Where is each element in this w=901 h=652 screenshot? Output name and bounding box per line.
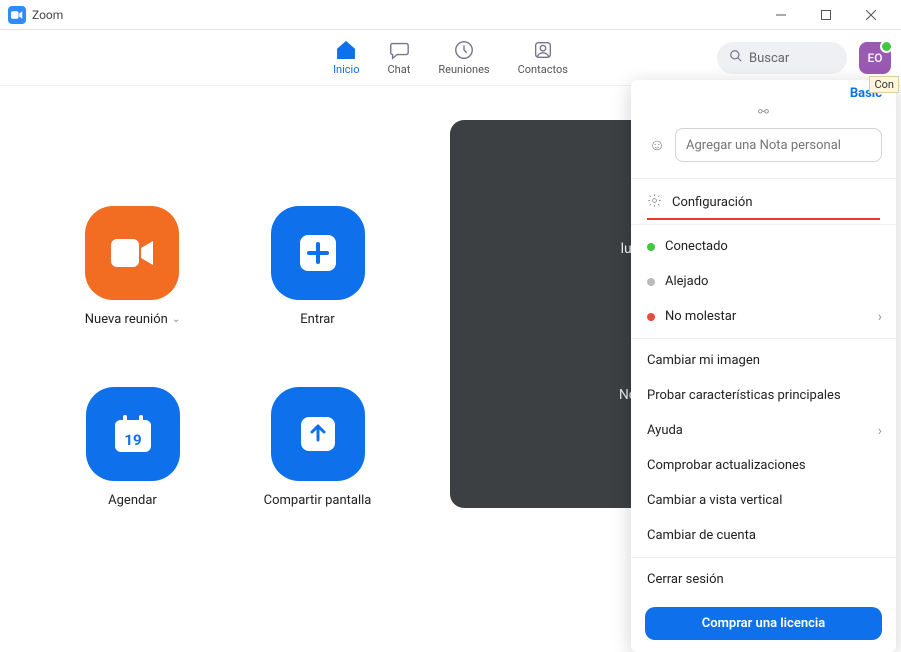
video-icon: [85, 206, 179, 300]
window-controls: [758, 0, 893, 30]
chevron-right-icon: ›: [878, 423, 882, 439]
profile-menu: Basic ⚯ ☺ Configuración Conectado Alejad…: [631, 80, 896, 652]
menu-label: Configuración: [672, 195, 753, 210]
nav-label: Reuniones: [438, 63, 489, 76]
menu-label: Alejado: [665, 274, 708, 289]
chevron-down-icon[interactable]: ⌄: [172, 314, 180, 325]
top-nav: Inicio Chat Reuniones Contactos Buscar E…: [0, 30, 901, 86]
calendar-icon: 19: [86, 387, 180, 481]
keep-open-icon[interactable]: ⚯: [631, 101, 896, 128]
nav-chat[interactable]: Chat: [388, 39, 411, 76]
nav-label: Chat: [388, 63, 411, 76]
plan-badge: Basic: [631, 80, 896, 101]
maximize-button[interactable]: [803, 0, 848, 30]
status-dot-red: [647, 313, 655, 321]
buy-license-button[interactable]: Comprar una licencia: [645, 607, 882, 640]
schedule-tile[interactable]: 19 Agendar: [86, 387, 180, 508]
nav-label: Inicio: [333, 63, 359, 76]
menu-label: Ayuda: [647, 423, 683, 438]
menu-label: Probar características principales: [647, 388, 841, 403]
chat-icon: [388, 39, 410, 61]
menu-label: Cambiar de cuenta: [647, 528, 756, 543]
nav-contacts[interactable]: Contactos: [518, 39, 568, 76]
menu-label: No molestar: [665, 309, 736, 324]
window-title: Zoom: [32, 8, 63, 22]
home-icon: [335, 39, 357, 61]
tile-label: Entrar: [300, 312, 334, 327]
profile-avatar[interactable]: EO: [859, 42, 891, 74]
menu-check-updates[interactable]: Comprobar actualizaciones: [631, 448, 896, 483]
menu-help[interactable]: Ayuda ›: [631, 413, 896, 448]
tooltip: Con: [869, 76, 899, 93]
menu-settings[interactable]: Configuración: [631, 183, 896, 222]
nav-meetings[interactable]: Reuniones: [438, 39, 489, 76]
tile-label: Compartir pantalla: [264, 493, 372, 508]
status-dot-green: [647, 243, 655, 251]
new-meeting-tile[interactable]: Nueva reunión ⌄: [85, 206, 180, 327]
menu-portrait-view[interactable]: Cambiar a vista vertical: [631, 483, 896, 518]
status-available[interactable]: Conectado: [631, 229, 896, 264]
nav-label: Contactos: [518, 63, 568, 76]
contacts-icon: [532, 39, 554, 61]
share-screen-tile[interactable]: Compartir pantalla: [264, 387, 372, 508]
status-dnd[interactable]: No molestar ›: [631, 299, 896, 334]
menu-label: Cambiar mi imagen: [647, 353, 760, 368]
svg-text:19: 19: [124, 431, 141, 449]
menu-label: Conectado: [665, 239, 728, 254]
join-tile[interactable]: Entrar: [271, 206, 365, 327]
menu-switch-account[interactable]: Cambiar de cuenta: [631, 518, 896, 553]
menu-sign-out[interactable]: Cerrar sesión: [631, 562, 896, 597]
personal-note-input[interactable]: [675, 128, 882, 162]
share-icon: [271, 387, 365, 481]
tile-label: Nueva reunión: [85, 312, 168, 327]
status-away[interactable]: Alejado: [631, 264, 896, 299]
status-dot-grey: [647, 278, 655, 286]
menu-change-picture[interactable]: Cambiar mi imagen: [631, 343, 896, 378]
menu-try-features[interactable]: Probar características principales: [631, 378, 896, 413]
minimize-button[interactable]: [758, 0, 803, 30]
menu-label: Comprobar actualizaciones: [647, 458, 806, 473]
menu-label: Cerrar sesión: [647, 572, 724, 587]
tile-label: Agendar: [108, 493, 157, 508]
nav-home[interactable]: Inicio: [333, 39, 359, 76]
chevron-right-icon: ›: [878, 309, 882, 325]
zoom-app-icon: [8, 6, 26, 24]
search-icon: [729, 49, 743, 67]
search-placeholder: Buscar: [749, 51, 789, 66]
titlebar: Zoom: [0, 0, 901, 30]
plus-icon: [271, 206, 365, 300]
search-input[interactable]: Buscar: [717, 42, 847, 74]
menu-label: Cambiar a vista vertical: [647, 493, 782, 508]
clock-icon: [453, 39, 475, 61]
close-button[interactable]: [848, 0, 893, 30]
home-tiles: Nueva reunión ⌄ Entrar 19: [0, 86, 450, 632]
emoji-icon[interactable]: ☺: [645, 128, 669, 162]
gear-icon: [647, 193, 662, 212]
